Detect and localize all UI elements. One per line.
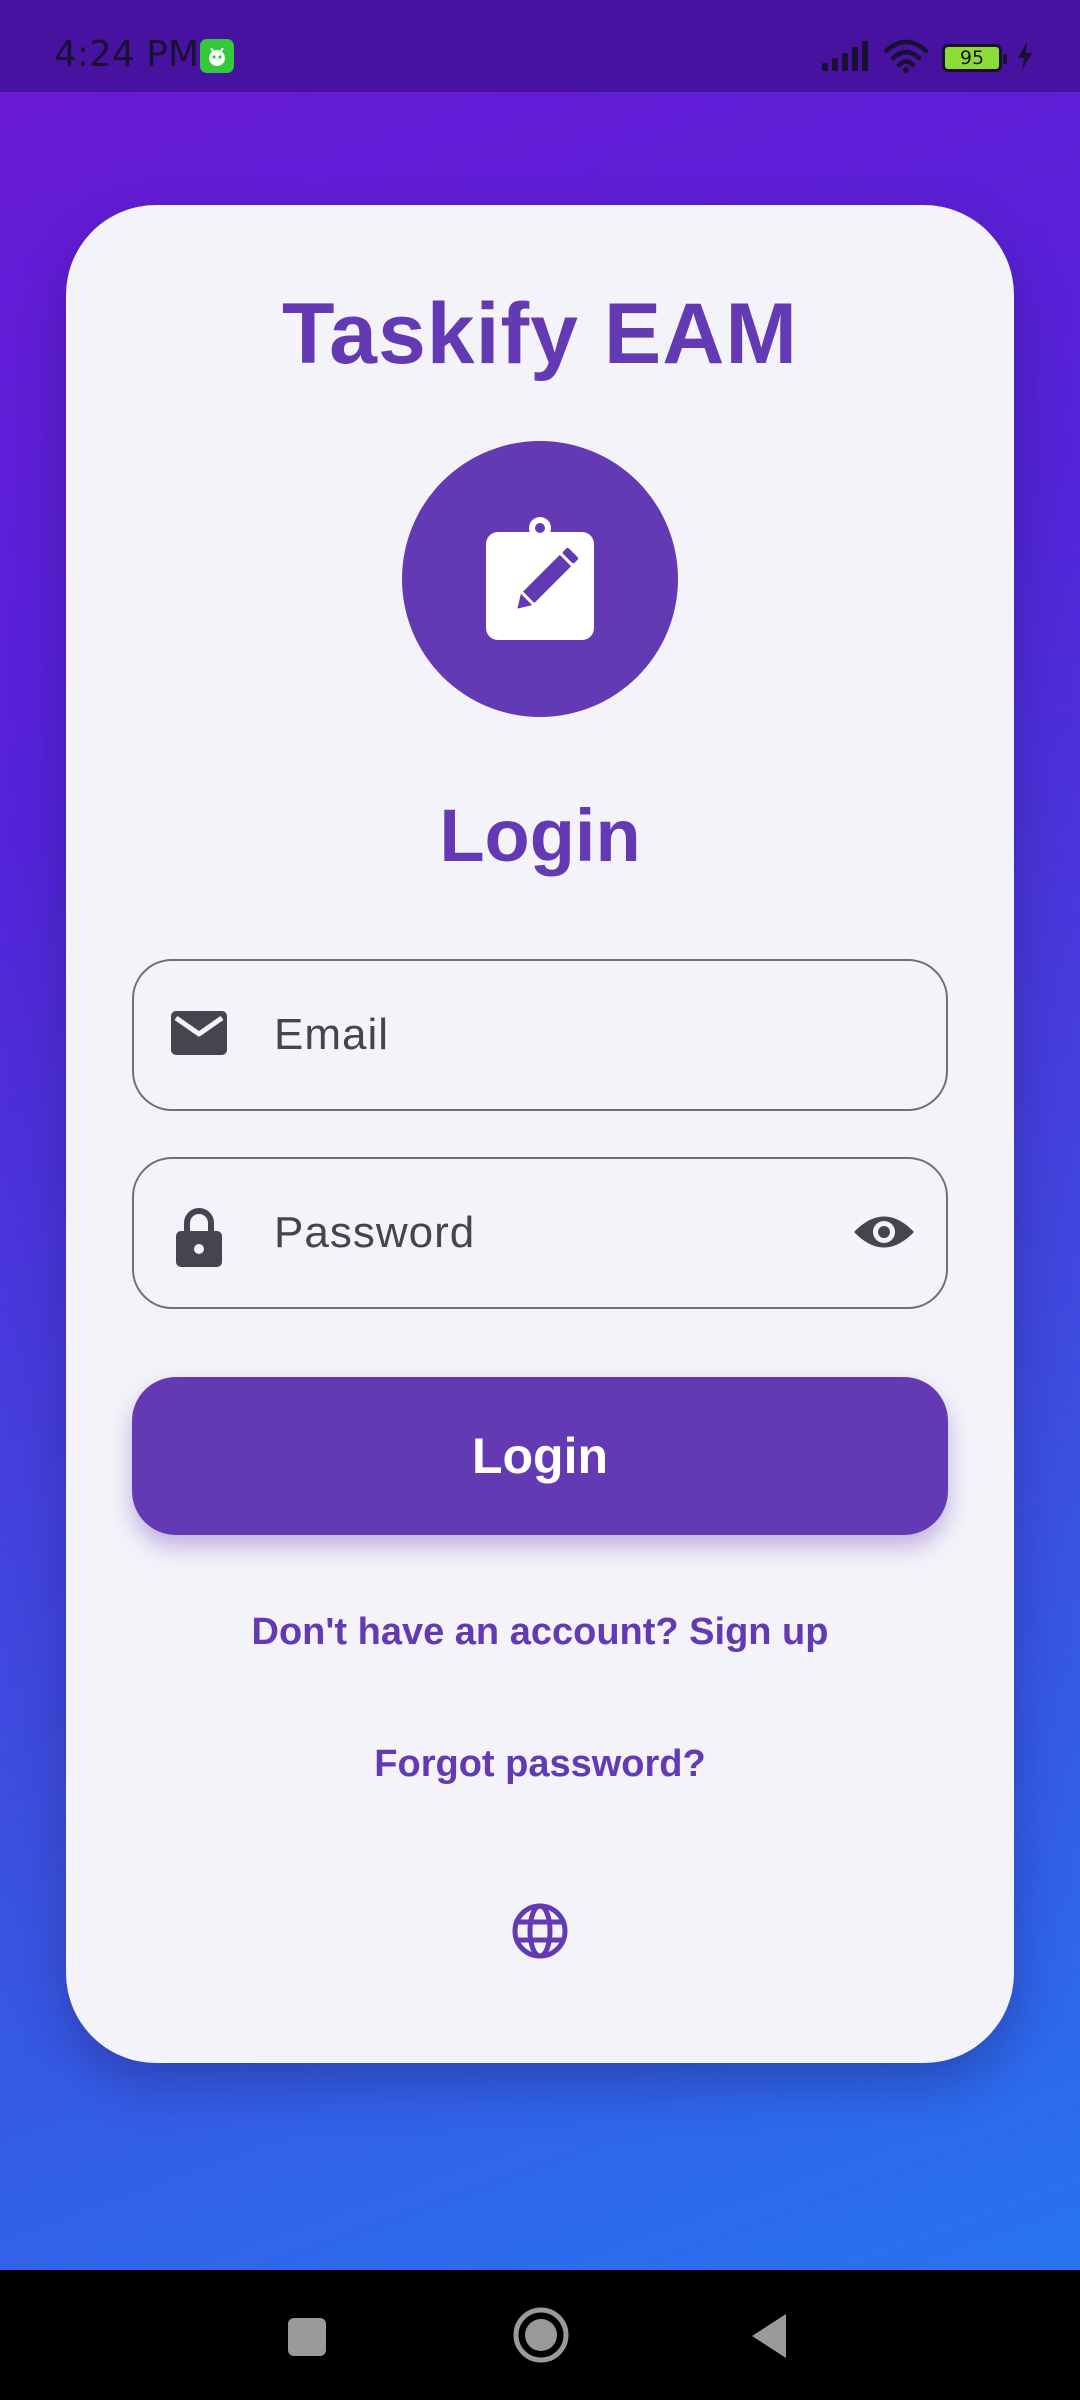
signup-link[interactable]: Don't have an account? Sign up (66, 1611, 1014, 1654)
clipboard-edit-icon (486, 517, 594, 640)
email-input[interactable] (274, 961, 834, 1109)
charging-icon (1016, 41, 1034, 75)
navigation-bar (0, 2270, 1080, 2400)
login-card: Taskify EAM Login Email Login Don't have… (66, 205, 1014, 2063)
wifi-icon (883, 39, 929, 78)
login-button[interactable]: Login (132, 1377, 948, 1535)
globe-icon[interactable] (510, 1901, 570, 1966)
back-icon[interactable] (744, 2308, 800, 2364)
home-icon[interactable] (510, 2304, 572, 2366)
password-field[interactable] (132, 1157, 948, 1309)
signal-icon (822, 40, 870, 76)
android-notification-icon (200, 39, 234, 73)
status-bar: 4:24 PM 95 (0, 0, 1080, 92)
email-field[interactable] (132, 959, 948, 1111)
app-title: Taskify EAM (282, 286, 798, 382)
battery-level: 95 (959, 47, 985, 69)
status-time: 4:24 PM (54, 34, 200, 75)
recents-icon[interactable] (278, 2308, 334, 2364)
email-icon (170, 1009, 228, 1064)
forgot-password-link[interactable]: Forgot password? (66, 1743, 1014, 1786)
status-indicators: 95 (822, 38, 1034, 78)
login-heading: Login (439, 794, 641, 877)
password-input[interactable] (274, 1159, 834, 1307)
app-logo (402, 441, 678, 717)
lock-icon (170, 1207, 228, 1272)
battery-icon: 95 (942, 44, 1007, 72)
eye-icon[interactable] (852, 1207, 916, 1262)
